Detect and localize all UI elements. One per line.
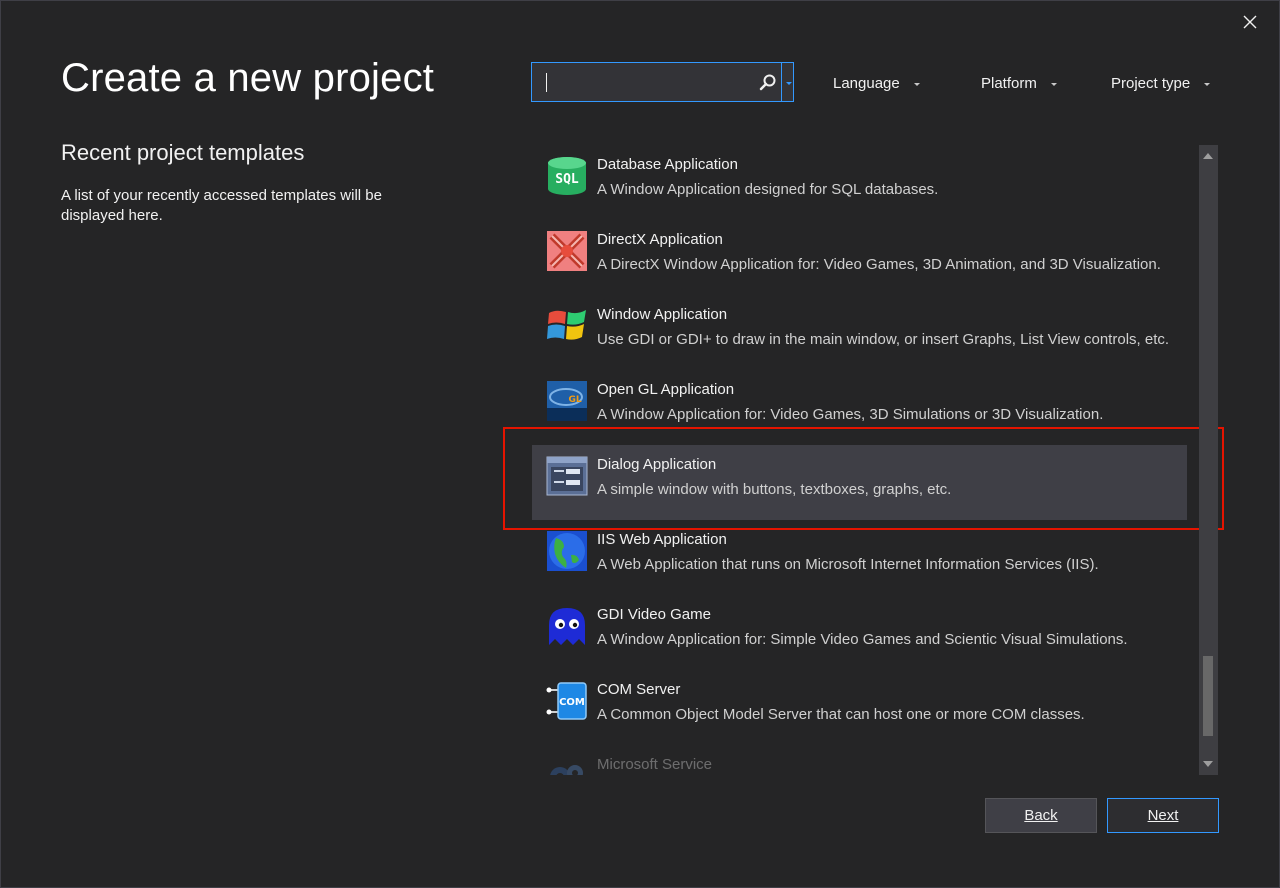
project-type-filter[interactable]: Project type <box>1111 72 1211 94</box>
template-item-iis-web-application[interactable]: IIS Web Application A Web Application th… <box>532 520 1187 595</box>
svg-text:GL: GL <box>568 395 581 405</box>
sql-database-icon: SQL <box>548 157 586 195</box>
search-input[interactable] <box>532 63 752 101</box>
template-description: A Common Object Model Server that can ho… <box>597 706 1085 723</box>
template-description: A simple window with buttons, textboxes,… <box>597 481 952 498</box>
search-icon[interactable] <box>758 73 778 93</box>
chevron-down-icon <box>785 81 792 85</box>
search-dropdown-button[interactable] <box>781 63 795 101</box>
template-name: IIS Web Application <box>597 531 727 548</box>
template-list: SQL Database Application A Window Applic… <box>532 145 1188 775</box>
template-name: Database Application <box>597 156 738 173</box>
template-description: A DirectX Window Application for: Video … <box>597 256 1161 273</box>
close-button[interactable] <box>1238 10 1262 34</box>
template-name: GDI Video Game <box>597 606 711 623</box>
directx-icon <box>547 231 587 271</box>
language-filter[interactable]: Language <box>833 72 920 94</box>
template-item-gdi-video-game[interactable]: GDI Video Game A Window Application for:… <box>532 595 1187 670</box>
template-item-dialog-application[interactable]: Dialog Application A simple window with … <box>532 445 1187 520</box>
template-item-com-server[interactable]: COM COM Server A Common Object Model Ser… <box>532 670 1187 745</box>
scroll-up-arrow-icon[interactable] <box>1203 153 1213 159</box>
template-description: A Window Application for: Video Games, 3… <box>597 406 1104 423</box>
svg-text:COM: COM <box>559 697 585 708</box>
search-box[interactable] <box>531 62 794 102</box>
dialog-window-icon <box>546 456 588 496</box>
template-name: COM Server <box>597 681 681 698</box>
scrollbar-thumb[interactable] <box>1203 656 1213 736</box>
scroll-down-arrow-icon[interactable] <box>1203 761 1213 767</box>
template-name: DirectX Application <box>597 231 723 248</box>
template-description: Use GDI or GDI+ to draw in the main wind… <box>597 331 1170 348</box>
opengl-icon: GL <box>547 381 587 421</box>
svg-text:SQL: SQL <box>555 172 579 187</box>
template-item-window-application[interactable]: Window Application Use GDI or GDI+ to dr… <box>532 295 1187 370</box>
next-button[interactable]: Next <box>1107 798 1219 833</box>
template-item-microsoft-service[interactable]: Microsoft Service <box>532 745 1187 775</box>
language-filter-label: Language <box>833 74 900 92</box>
recent-templates-description: A list of your recently accessed templat… <box>61 187 382 224</box>
template-description: A Web Application that runs on Microsoft… <box>597 556 1099 573</box>
back-button[interactable]: Back <box>985 798 1097 833</box>
ghost-icon <box>549 608 585 645</box>
recent-templates-heading: Recent project templates <box>61 140 305 165</box>
text-caret <box>546 73 547 92</box>
template-name: Window Application <box>597 306 728 323</box>
template-name: Dialog Application <box>597 456 717 473</box>
gears-icon <box>550 765 583 775</box>
chevron-down-icon <box>1204 82 1211 86</box>
close-icon <box>1243 15 1257 29</box>
platform-filter[interactable]: Platform <box>981 72 1057 94</box>
template-description: A Window Application designed for SQL da… <box>597 181 939 198</box>
platform-filter-label: Platform <box>981 74 1037 92</box>
com-server-icon: COM <box>546 682 587 720</box>
template-list-scrollbar[interactable] <box>1199 145 1218 775</box>
template-name: Open GL Application <box>597 381 735 398</box>
windows-logo-icon <box>547 310 586 340</box>
template-item-directx-application[interactable]: DirectX Application A DirectX Window App… <box>532 220 1187 295</box>
globe-icon <box>547 531 587 571</box>
chevron-down-icon <box>913 82 920 86</box>
chevron-down-icon <box>1050 82 1057 86</box>
project-type-filter-label: Project type <box>1111 74 1191 92</box>
template-name: Microsoft Service <box>597 756 713 773</box>
page-title: Create a new project <box>61 56 435 100</box>
template-item-database-application[interactable]: SQL Database Application A Window Applic… <box>532 145 1187 220</box>
template-item-open-gl-application[interactable]: GL Open GL Application A Window Applicat… <box>532 370 1187 445</box>
template-description: A Window Application for: Simple Video G… <box>597 631 1128 648</box>
